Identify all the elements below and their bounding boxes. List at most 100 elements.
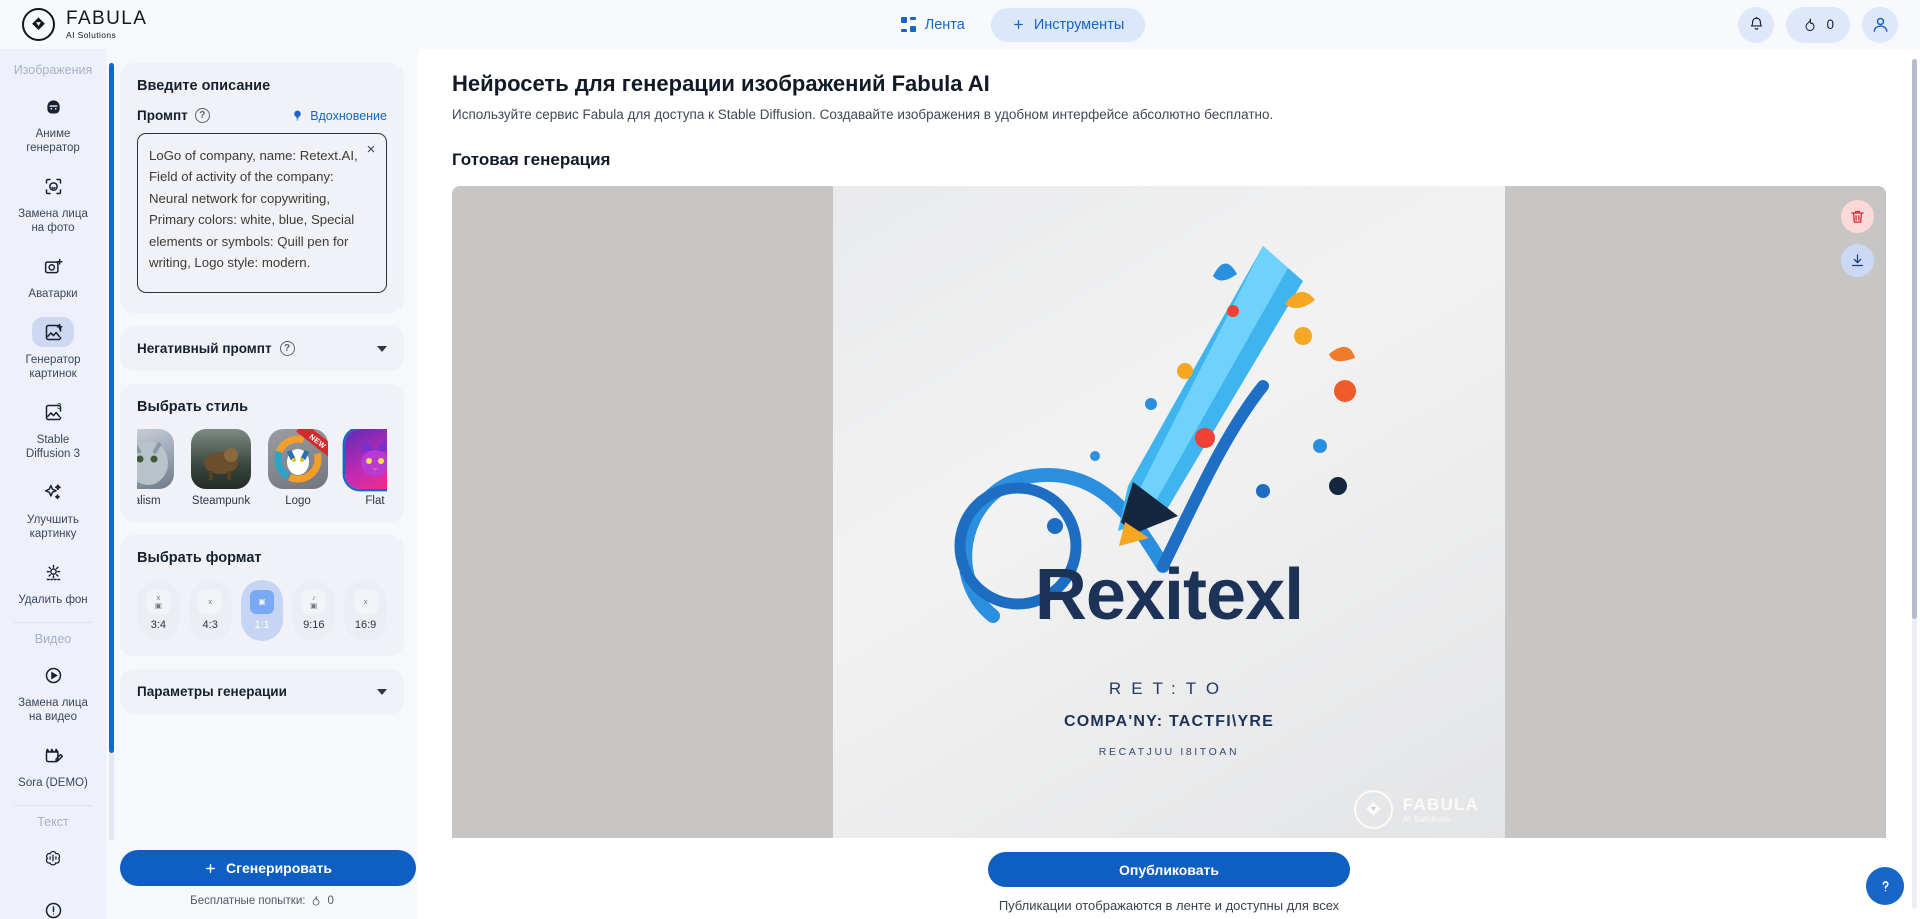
credits-button[interactable]: 0 bbox=[1786, 6, 1850, 43]
style-list[interactable]: ealism Steampunk bbox=[137, 429, 387, 507]
chevron-down-icon bbox=[377, 688, 387, 695]
sidebar-item-label: Улучшить картинку bbox=[27, 514, 79, 541]
sidebar-item-sora-demo[interactable]: Sora (DEMO) bbox=[8, 732, 98, 796]
panel-scrollbar-thumb[interactable] bbox=[109, 63, 114, 753]
style-option-steampunk[interactable]: Steampunk bbox=[188, 429, 254, 507]
page-subtitle: Используйте сервис Fabula для доступа к … bbox=[452, 107, 1274, 122]
style-option-realism[interactable]: ealism bbox=[137, 429, 177, 507]
style-option-logo[interactable]: NEW Logo bbox=[265, 429, 331, 507]
generated-logo-title: Rexitexl bbox=[1034, 555, 1304, 635]
generation-params-label: Параметры генерации bbox=[137, 684, 287, 699]
delete-image-button[interactable] bbox=[1841, 200, 1874, 233]
style-label: Steampunk bbox=[191, 495, 251, 507]
generation-stage: Rexitexl RET:TO COMPA'NY: TACTFI\YRE REC… bbox=[452, 186, 1886, 855]
sidebar-item-face-swap-photo[interactable]: Замена лица на фото bbox=[8, 163, 98, 241]
format-option-4-3[interactable]: x 4:3 bbox=[188, 580, 232, 641]
style-thumbnail bbox=[191, 429, 251, 489]
sidebar-item-label: Аниме генератор bbox=[26, 128, 80, 155]
prompt-header: Промпт ? Вдохновение bbox=[137, 108, 387, 123]
sidebar-item-label: Sora (DEMO) bbox=[18, 777, 88, 790]
sidebar-item-avatars[interactable]: Аватарки bbox=[8, 243, 98, 307]
description-card-title: Введите описание bbox=[137, 78, 271, 94]
sparkles-icon bbox=[32, 477, 74, 507]
question-mark-icon[interactable]: ? bbox=[279, 341, 295, 356]
svg-text:3: 3 bbox=[57, 402, 62, 411]
question-mark-icon[interactable]: ? bbox=[194, 108, 210, 123]
generation-params-toggle[interactable]: Параметры генерации bbox=[137, 684, 387, 699]
sidebar-item-label: Замена лица на видео bbox=[18, 697, 88, 724]
openai-icon bbox=[32, 843, 74, 873]
fabula-diamond-icon bbox=[22, 8, 55, 41]
sidebar-item-remove-background[interactable]: Удалить фон bbox=[8, 549, 98, 613]
sidebar-divider bbox=[14, 622, 92, 624]
format-option-16-9[interactable]: x 16:9 bbox=[344, 580, 387, 641]
sidebar-scroll[interactable]: Изображения Аниме генератор Замена лица … bbox=[0, 55, 106, 919]
format-label: 1:1 bbox=[254, 619, 270, 631]
sidebar-item-label: Аватарки bbox=[28, 288, 78, 301]
anime-face-icon bbox=[32, 91, 74, 121]
format-option-3-4[interactable]: x ▣ 3:4 bbox=[137, 580, 180, 641]
nav-tools[interactable]: Инструменты bbox=[990, 7, 1146, 42]
sidebar-item-upscale-image[interactable]: Улучшить картинку bbox=[8, 469, 98, 547]
download-image-button[interactable] bbox=[1841, 244, 1874, 277]
style-thumbnail bbox=[137, 429, 174, 489]
style-option-flat[interactable]: Flat bbox=[342, 429, 387, 507]
sidebar-item-image-generator[interactable]: Генератор картинок bbox=[8, 309, 98, 387]
sidebar-item-label: Удалить фон bbox=[18, 594, 88, 607]
generation-params-card[interactable]: Параметры генерации bbox=[120, 669, 404, 714]
format-card: Выбрать формат x ▣ 3:4 x 4:3 ▣ 1:1 ♪ ▣ 9:1… bbox=[120, 535, 404, 656]
inspiration-button[interactable]: Вдохновение bbox=[291, 109, 387, 123]
brand-logo[interactable]: FABULA AI Solutions bbox=[0, 8, 300, 41]
play-circle-icon bbox=[32, 660, 74, 690]
format-card-title: Выбрать формат bbox=[137, 550, 262, 566]
question-mark-icon bbox=[1882, 880, 1889, 891]
nav-tools-label: Инструменты bbox=[1033, 16, 1125, 33]
sidebar-item-stable-diffusion-3[interactable]: 3 Stable Diffusion 3 bbox=[8, 389, 98, 467]
plus-icon bbox=[206, 863, 216, 873]
bell-icon bbox=[1750, 16, 1763, 30]
sidebar-item-anime-generator[interactable]: Аниме генератор bbox=[8, 83, 98, 161]
negative-prompt-label: Негативный промпт bbox=[137, 341, 272, 356]
watermark: FABULA AI Solutions bbox=[1353, 790, 1479, 829]
publish-note: Публикации отображаются в ленте и доступ… bbox=[998, 898, 1340, 913]
generate-button[interactable]: Сгенерировать bbox=[120, 850, 416, 886]
camera-plus-icon bbox=[32, 251, 74, 281]
top-bar: FABULA AI Solutions Лента Инструменты 0 bbox=[0, 0, 1920, 49]
main-scrollbar-thumb[interactable] bbox=[1912, 59, 1917, 619]
publish-button[interactable]: Опубликовать bbox=[988, 852, 1350, 887]
sidebar-item-support[interactable]: Техподдержка bbox=[8, 887, 98, 919]
notifications-button[interactable] bbox=[1738, 6, 1775, 43]
generated-logo-subtitle-secondary: RECATJUU I8ITOAN bbox=[1098, 746, 1240, 758]
publish-area: Опубликовать Публикации отображаются в л… bbox=[418, 838, 1920, 919]
prompt-input[interactable] bbox=[137, 133, 387, 293]
format-option-9-16[interactable]: ♪ ▣ 9:16 bbox=[292, 580, 336, 641]
negative-prompt-card[interactable]: Негативный промпт ? bbox=[120, 326, 404, 371]
generated-image[interactable]: Rexitexl RET:TO COMPA'NY: TACTFI\YRE REC… bbox=[833, 186, 1505, 855]
negative-prompt-label-group: Негативный промпт ? bbox=[137, 341, 295, 356]
flame-icon bbox=[1805, 18, 1815, 31]
style-card: Выбрать стиль ealism Steampunk bbox=[120, 384, 404, 522]
format-glyph-icon: ♪ ▣ bbox=[301, 590, 326, 614]
format-list[interactable]: x ▣ 3:4 x 4:3 ▣ 1:1 ♪ ▣ 9:16 x 16:9 bbox=[137, 580, 387, 641]
sidebar-item-face-swap-video[interactable]: Замена лица на видео bbox=[8, 652, 98, 730]
app-shell: Изображения Аниме генератор Замена лица … bbox=[0, 49, 1920, 919]
style-thumbnail: NEW bbox=[268, 429, 328, 489]
remove-background-icon bbox=[32, 557, 74, 587]
page-title: Нейросеть для генерации изображений Fabu… bbox=[452, 71, 990, 96]
grid-icon bbox=[901, 17, 916, 32]
info-circle-icon bbox=[32, 895, 74, 919]
generate-footer: Сгенерировать Бесплатные попытки: 0 bbox=[106, 840, 418, 919]
close-icon[interactable]: × bbox=[363, 141, 379, 157]
avatar[interactable] bbox=[1862, 6, 1898, 43]
sidebar-item-chatgpt[interactable] bbox=[8, 835, 98, 885]
lightbulb-icon bbox=[294, 110, 302, 121]
nav-feed[interactable]: Лента bbox=[893, 10, 973, 40]
format-label: 3:4 bbox=[150, 619, 167, 631]
format-option-1-1[interactable]: ▣ 1:1 bbox=[240, 580, 284, 641]
prompt-label-group: Промпт ? bbox=[137, 108, 210, 123]
negative-prompt-toggle[interactable]: Негативный промпт ? bbox=[137, 341, 387, 356]
sidebar-item-label: Замена лица на фото bbox=[18, 208, 88, 235]
inspiration-label: Вдохновение bbox=[310, 108, 387, 123]
sidebar: Изображения Аниме генератор Замена лица … bbox=[0, 49, 106, 919]
help-button[interactable] bbox=[1866, 867, 1904, 905]
